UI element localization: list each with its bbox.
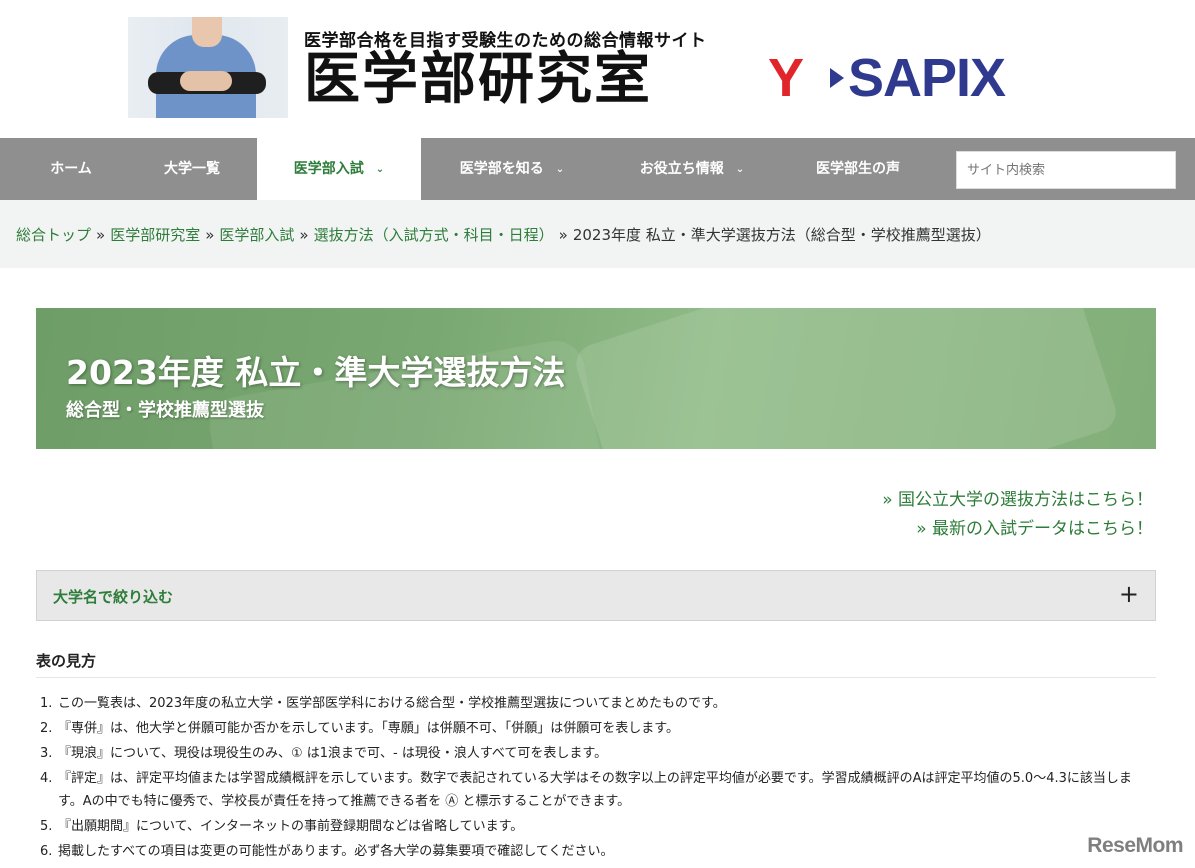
list-item: 5. 『出願期間』について、インターネットの事前登録期間などは省略しています。 [40, 819, 524, 834]
list-item: 6. 掲載したすべての項目は変更の可能性があります。必ず各大学の募集要項で確認して… [40, 844, 614, 859]
nav-item-university-list[interactable]: 大学一覧 [140, 138, 244, 200]
brand-logo-y: Y [768, 48, 804, 108]
nav-item-useful-info[interactable]: お役立ち情報 ⌄ [610, 138, 774, 200]
breadcrumb-link-top[interactable]: 総合トップ [16, 226, 91, 244]
nav-item-home[interactable]: ホーム [20, 138, 122, 200]
resemom-watermark: ReseMom [1087, 834, 1183, 857]
nav-item-medical-entrance-exam[interactable]: 医学部入試 ⌄ [257, 138, 421, 200]
page-banner: 2023年度 私立・準大学選抜方法 総合型・学校推薦型選抜 [36, 308, 1156, 449]
nav-item-label: 医学部を知る [459, 161, 544, 177]
list-item: 3. 『現浪』について、現役は現役生のみ、① は1浪まで可、- は現役・浪人すべて… [40, 746, 608, 761]
legend-list: 1. この一覧表は、2023年度の私立大学・医学部医学科における総合型・学校推薦型… [40, 692, 1156, 865]
breadcrumb-link-med-lab[interactable]: 医学部研究室 [110, 226, 200, 244]
related-links: » 国公立大学の選抜方法はこちら！ » 最新の入試データはこちら！ [882, 486, 1153, 544]
breadcrumb-separator: » [205, 226, 215, 244]
breadcrumb-link-entrance-exam[interactable]: 医学部入試 [219, 226, 294, 244]
divider [36, 677, 1156, 678]
site-header: 医学部合格を目指す受験生のための総合情報サイト 医学部研究室 Y SAPIX [0, 0, 1195, 138]
main-nav: ホーム 大学一覧 医学部入試 ⌄ 医学部を知る ⌄ お役立ち情報 ⌄ 医学部生の声 [0, 138, 1195, 200]
link-latest-exam-data[interactable]: » 最新の入試データはこちら！ [882, 515, 1153, 544]
breadcrumb-link-selection-methods[interactable]: 選抜方法（入試方式・科目・日程） [314, 226, 554, 244]
breadcrumb-separator: » [299, 226, 309, 244]
nav-item-label: 医学部入試 [293, 161, 364, 177]
brand-triangle-icon [830, 68, 844, 88]
chevron-down-icon: ⌄ [735, 164, 745, 175]
doctor-hands [180, 71, 232, 91]
banner-decoration [571, 308, 1121, 449]
header-photo [128, 17, 288, 118]
chevron-down-icon: ⌄ [555, 164, 565, 175]
page-title: 2023年度 私立・準大学選抜方法 [66, 353, 566, 392]
breadcrumb: 総合トップ» 医学部研究室» 医学部入試» 選抜方法（入試方式・科目・日程）» 2023… [0, 200, 1195, 268]
plus-icon[interactable]: + [1119, 580, 1139, 608]
nav-item-about-medical-school[interactable]: 医学部を知る ⌄ [430, 138, 594, 200]
breadcrumb-separator: » [96, 226, 106, 244]
brand-logo-sapix: SAPIX [848, 48, 1006, 108]
nav-item-label: 医学部生の声 [816, 161, 900, 177]
nav-item-label: 大学一覧 [164, 161, 220, 177]
university-filter-accordion[interactable]: 大学名で絞り込む + [36, 570, 1156, 621]
legend-item-text: 『出願期間』について、インターネットの事前登録期間などは省略しています。 [58, 819, 524, 834]
legend-item-text: この一覧表は、2023年度の私立大学・医学部医学科における総合型・学校推薦型選抜… [58, 696, 726, 711]
doctor-neck [192, 17, 222, 47]
chevron-down-icon: ⌄ [375, 164, 385, 175]
list-item: 2. 『専併』は、他大学と併願可能か否かを示しています。「専願」は併願不可、「併願… [40, 721, 680, 736]
legend-heading: 表の見方 [36, 652, 97, 670]
legend-item-text: 『現浪』について、現役は現役生のみ、① は1浪まで可、- は現役・浪人すべて可を… [58, 746, 608, 761]
link-national-public-selection[interactable]: » 国公立大学の選抜方法はこちら！ [882, 486, 1153, 515]
breadcrumb-separator: » [558, 226, 568, 244]
list-item: 1. この一覧表は、2023年度の私立大学・医学部医学科における総合型・学校推薦型… [40, 696, 726, 711]
nav-item-label: ホーム [50, 161, 92, 177]
breadcrumb-current: 2023年度 私立・準大学選抜方法（総合型・学校推薦型選抜） [572, 226, 991, 244]
legend-item-text: 『評定』は、評定平均値または学習成績概評を示しています。数字で表記されている大学… [58, 771, 1132, 809]
site-title-logo[interactable]: 医学部研究室 [304, 46, 652, 112]
legend-item-text: 掲載したすべての項目は変更の可能性があります。必ず各大学の募集要項で確認してくだ… [58, 844, 614, 859]
page-subtitle: 総合型・学校推薦型選抜 [66, 400, 264, 421]
site-search-input[interactable] [956, 151, 1176, 189]
list-item: 4. 『評定』は、評定平均値または学習成績概評を示しています。数字で表記されている… [40, 771, 1132, 809]
filter-label: 大学名で絞り込む [53, 588, 174, 606]
nav-item-label: お役立ち情報 [639, 161, 724, 177]
y-sapix-logo[interactable]: Y SAPIX [768, 48, 1068, 108]
legend-item-text: 『専併』は、他大学と併願可能か否かを示しています。「専願」は併願不可、「併願」は… [58, 721, 680, 736]
nav-item-student-voices[interactable]: 医学部生の声 [790, 138, 926, 200]
